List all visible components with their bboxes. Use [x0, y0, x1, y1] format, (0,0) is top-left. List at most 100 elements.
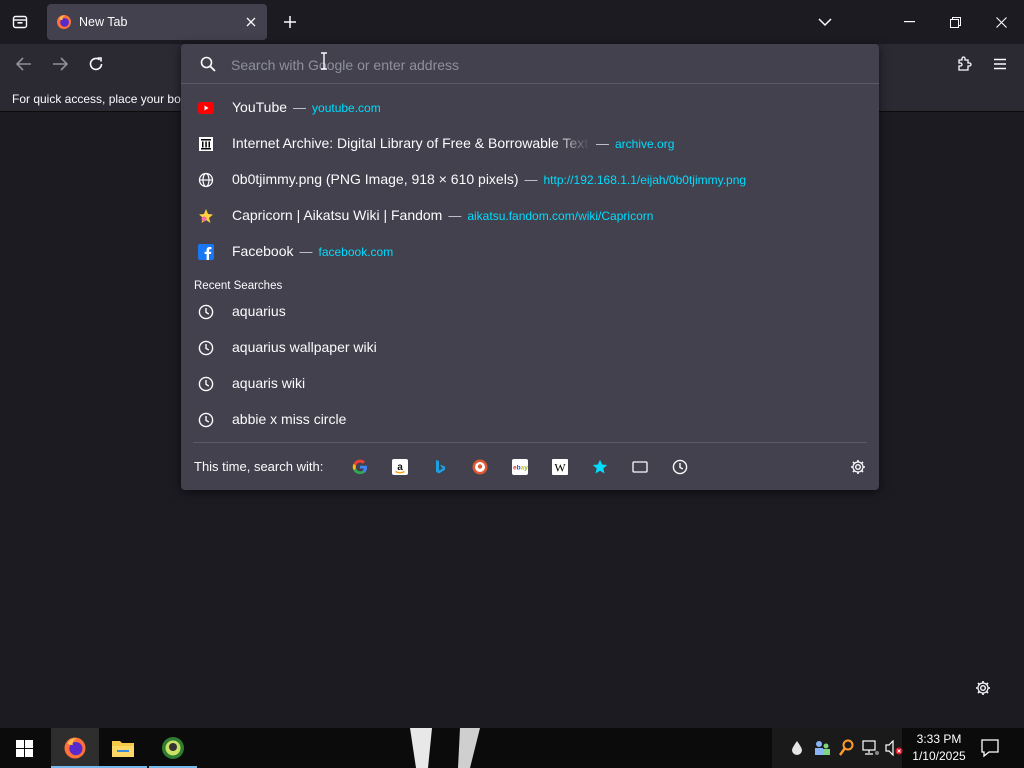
suggestion-separator: —: [524, 172, 538, 187]
tabs-icon[interactable]: [630, 457, 650, 477]
close-window-button[interactable]: [978, 0, 1024, 44]
taskbar-firefox[interactable]: [51, 728, 99, 768]
clock-date: 1/10/2025: [912, 749, 966, 763]
minimize-icon: [903, 21, 915, 23]
clock-icon: [198, 376, 214, 392]
recent-search-row[interactable]: aquaris wiki: [189, 366, 871, 402]
suggestion-title: 0b0tjimmy.png (PNG Image, 918 × 610 pixe…: [232, 171, 519, 187]
suggestion-row[interactable]: Internet Archive: Digital Library of Fre…: [189, 126, 871, 162]
firefox-view-button[interactable]: [0, 0, 40, 44]
windows-logo-icon: [15, 739, 33, 757]
one-off-search-buttons: This time, search with: a ebay W: [193, 442, 867, 490]
suggestion-separator: —: [299, 244, 313, 259]
svg-text:ebay: ebay: [513, 465, 528, 472]
search-icon: [200, 56, 216, 72]
firefox-icon: [56, 14, 72, 30]
forward-button[interactable]: [46, 52, 74, 76]
suggestion-separator: —: [596, 136, 609, 151]
restore-icon: [949, 16, 961, 28]
suggestion-title: Capricorn | Aikatsu Wiki | Fandom: [232, 207, 443, 223]
urlbar-dropdown: YouTube — youtube.com Internet Archive: Di…: [181, 44, 879, 490]
clock-icon: [198, 340, 214, 356]
puzzle-icon: [958, 56, 972, 71]
back-button[interactable]: [10, 52, 38, 76]
clock-time: 3:33 PM: [916, 732, 962, 746]
ebay-icon[interactable]: ebay: [510, 457, 530, 477]
recent-search-text: abbie x miss circle: [232, 411, 347, 427]
fandom-icon: [198, 208, 214, 224]
svg-text:W: W: [554, 461, 566, 475]
recent-searches-header: Recent Searches: [194, 280, 283, 292]
restore-button[interactable]: [932, 0, 978, 44]
recent-search-text: aquarius wallpaper wiki: [232, 339, 377, 355]
magnifier-icon[interactable]: [839, 739, 855, 757]
facebook-icon: [198, 244, 214, 260]
clock-icon: [198, 304, 214, 320]
one-off-search-label: This time, search with:: [194, 459, 324, 474]
history-icon[interactable]: [670, 457, 690, 477]
archive-icon: [198, 136, 214, 152]
new-tab-button[interactable]: [278, 10, 302, 34]
tab-title: New Tab: [79, 15, 128, 29]
suggestion-row[interactable]: YouTube — youtube.com: [189, 90, 871, 126]
start-button[interactable]: [0, 728, 48, 768]
suggestion-row[interactable]: Facebook — facebook.com: [189, 234, 871, 270]
notifications-icon[interactable]: [980, 738, 1000, 758]
chevron-down-icon: [818, 18, 832, 27]
suggestion-url: youtube.com: [312, 101, 381, 115]
amazon-icon[interactable]: a: [390, 457, 410, 477]
text-cursor-icon: [320, 52, 328, 70]
clock-icon: [198, 412, 214, 428]
svg-text:a: a: [397, 462, 403, 473]
minimize-button[interactable]: [886, 0, 932, 44]
taskbar-file-explorer[interactable]: [99, 728, 147, 768]
recent-search-row[interactable]: aquarius: [189, 294, 871, 330]
forward-arrow-icon: [53, 57, 68, 71]
search-settings-gear-icon[interactable]: [848, 457, 868, 477]
app-icon: [162, 737, 184, 759]
suggestion-title: Facebook: [232, 243, 294, 259]
newtab-settings-gear-icon[interactable]: [972, 677, 994, 699]
suggestion-url: archive.org: [615, 137, 675, 151]
close-tab-icon[interactable]: [243, 14, 259, 30]
wikipedia-icon[interactable]: W: [550, 457, 570, 477]
hamburger-menu-icon: [994, 58, 1006, 70]
reload-icon: [89, 57, 103, 71]
recent-search-text: aquarius: [232, 303, 286, 319]
google-icon[interactable]: [350, 457, 370, 477]
list-all-tabs-button[interactable]: [812, 10, 838, 34]
suggestion-url: http://192.168.1.1/eijah/0b0tjimmy.png: [543, 173, 747, 187]
youtube-icon: [198, 100, 214, 116]
extensions-button[interactable]: [950, 52, 978, 76]
firefox-icon: [64, 737, 86, 759]
plus-icon: [284, 16, 296, 28]
suggestion-separator: —: [293, 100, 307, 115]
recent-search-row[interactable]: aquarius wallpaper wiki: [189, 330, 871, 366]
suggestion-title: Internet Archive: Digital Library of Fre…: [232, 135, 590, 151]
tab-new-tab[interactable]: New Tab: [47, 4, 267, 40]
recent-search-row[interactable]: abbie x miss circle: [189, 402, 871, 438]
suggestion-row[interactable]: Capricorn | Aikatsu Wiki | Fandom — aikats…: [189, 198, 871, 234]
bookmarks-star-icon[interactable]: [590, 457, 610, 477]
urlbar-input-row: [181, 44, 879, 84]
network-people-icon[interactable]: [813, 739, 831, 757]
firefox-view-icon: [12, 15, 28, 29]
taskbar-clock[interactable]: 3:33 PM 1/10/2025: [904, 731, 974, 765]
suggestion-title: YouTube: [232, 99, 288, 115]
suggestion-row[interactable]: 0b0tjimmy.png (PNG Image, 918 × 610 pixe…: [189, 162, 871, 198]
duckduckgo-icon[interactable]: [470, 457, 490, 477]
bing-icon[interactable]: [430, 457, 450, 477]
suggestion-url: aikatsu.fandom.com/wiki/Capricorn: [467, 209, 654, 223]
taskbar-app[interactable]: [149, 728, 197, 768]
recent-search-text: aquaris wiki: [232, 375, 306, 391]
file-explorer-icon: [112, 741, 134, 757]
network-icon[interactable]: [862, 740, 880, 756]
app-menu-button[interactable]: [986, 52, 1014, 76]
droplet-icon[interactable]: [790, 740, 804, 756]
reload-button[interactable]: [82, 52, 110, 76]
suggestion-url: facebook.com: [318, 245, 394, 259]
globe-icon: [198, 172, 214, 188]
suggestion-separator: —: [448, 208, 462, 223]
volume-muted-icon[interactable]: [885, 740, 903, 756]
wallpaper-shape: [410, 728, 480, 768]
